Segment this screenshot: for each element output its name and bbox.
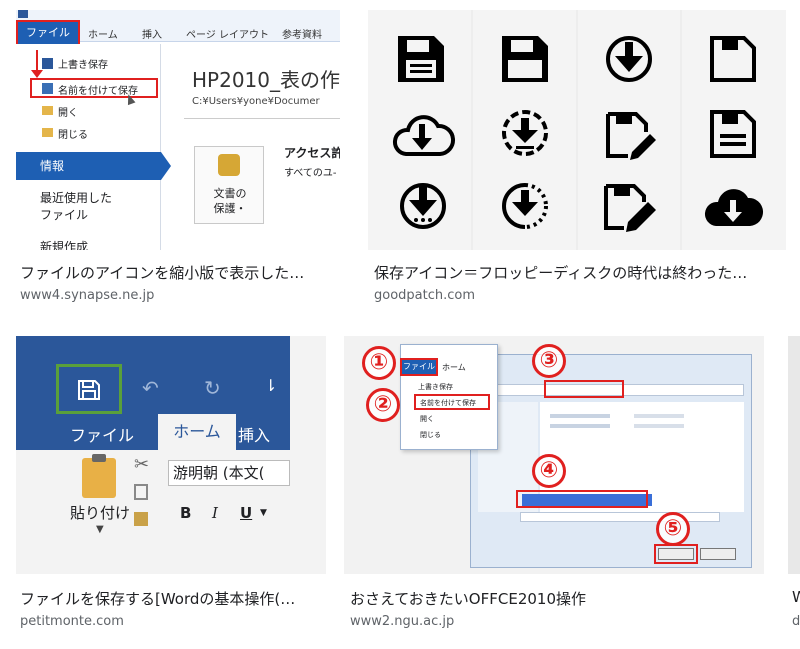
- download-progress-icon: [502, 183, 548, 229]
- side-item-new: 新規作成: [40, 240, 89, 250]
- clipboard-icon: [82, 458, 116, 498]
- result-domain-4[interactable]: www2.ngu.ac.jp: [350, 614, 454, 629]
- doc-title: HP2010_表の作: [192, 68, 340, 92]
- floppy-edit-icon: [606, 112, 656, 160]
- save-icon-grid: [393, 10, 764, 250]
- highlight-filename: [516, 490, 648, 508]
- result-title-1[interactable]: ファイルのアイコンを縮小版で表示した…: [20, 262, 340, 283]
- tab-file-word-label: ファイル: [70, 426, 135, 445]
- download-circle-dots-icon: [400, 183, 446, 229]
- access-label: アクセス許: [284, 146, 340, 160]
- result-card-5[interactable]: W d: [788, 336, 800, 636]
- result-thumbnail-5[interactable]: [788, 336, 800, 574]
- tab-references: 参考資料: [282, 30, 322, 41]
- step-5: ⑤: [656, 512, 690, 546]
- undo-icon: ↶: [142, 376, 159, 400]
- result-thumbnail-4[interactable]: ファイル ホーム 上書き保存 名前を付けて保存 開く 閉じる ① ② ③ ④ ⑤: [344, 336, 764, 574]
- result-card-3[interactable]: ↶ ↻ ⇂ ファイル ファイル ホーム 挿入 貼り付け ▼ ✂ 游明朝 (本文(…: [16, 336, 326, 636]
- copy-icon: [134, 484, 148, 500]
- tab-home: ホーム: [88, 30, 118, 41]
- tab-insert-word: 挿入: [238, 426, 271, 445]
- italic-button: I: [212, 504, 218, 522]
- result-thumbnail-2[interactable]: [368, 10, 786, 250]
- tab-home-word: ホーム: [158, 414, 236, 450]
- step-1: ①: [362, 346, 396, 380]
- word-logo-icon: [18, 10, 28, 18]
- result-domain-1[interactable]: www4.synapse.ne.jp: [20, 288, 154, 303]
- protect-label: 文書の 保護・: [213, 187, 247, 215]
- result-domain-5[interactable]: d: [792, 614, 800, 629]
- result-domain-3[interactable]: petitmonte.com: [20, 614, 124, 629]
- menu-open-item: 開く: [420, 415, 434, 423]
- cancel-button-dialog: [700, 548, 736, 560]
- floppy-lines-icon: [710, 110, 756, 158]
- menu-save-as-icon: [42, 83, 53, 94]
- floppy-icon: [398, 36, 444, 82]
- access-sub: すべてのユ-: [284, 168, 337, 179]
- highlight-save-as: [414, 394, 490, 410]
- customize-icon: ⇂: [264, 376, 278, 395]
- redo-icon: ↻: [204, 376, 221, 400]
- format-painter-icon: [134, 512, 148, 526]
- underline-button: U: [240, 504, 253, 522]
- menu-item-open: 開く: [58, 108, 78, 119]
- result-title-4[interactable]: おさえておきたいOFFCE2010操作: [350, 588, 760, 609]
- menu-open-icon: [42, 106, 53, 115]
- side-item-info: 情報: [16, 152, 161, 180]
- result-card-1[interactable]: ファイル ホーム 挿入 ページ レイアウト 参考資料 上書き保存 名前を付けて保…: [16, 10, 340, 310]
- highlight-save-button: [654, 544, 698, 564]
- underline-dropdown-icon: ▼: [260, 508, 267, 518]
- floppy-outline-icon: [502, 36, 548, 82]
- highlight-location: [544, 380, 624, 398]
- bold-button: B: [180, 504, 192, 522]
- result-thumbnail-3[interactable]: ↶ ↻ ⇂ ファイル ファイル ホーム 挿入 貼り付け ▼ ✂ 游明朝 (本文(…: [16, 336, 326, 574]
- result-card-4[interactable]: ファイル ホーム 上書き保存 名前を付けて保存 開く 閉じる ① ② ③ ④ ⑤…: [344, 336, 764, 636]
- highlight-file: [400, 358, 438, 376]
- paste-dropdown-icon: ▼: [96, 524, 104, 535]
- menu-save-icon: [42, 58, 53, 69]
- menu-close-icon: [42, 128, 53, 137]
- cloud-download-icon: [393, 115, 456, 156]
- result-title-5[interactable]: W: [792, 588, 800, 606]
- step-2: ②: [366, 388, 400, 422]
- font-name-box: 游明朝 (本文(: [168, 460, 290, 486]
- cloud-download-outline-icon: [704, 189, 764, 226]
- result-title-3[interactable]: ファイルを保存する[Wordの基本操作(…: [20, 588, 320, 609]
- step-4: ④: [532, 454, 566, 488]
- result-thumbnail-1[interactable]: ファイル ホーム 挿入 ページ レイアウト 参考資料 上書き保存 名前を付けて保…: [16, 10, 340, 250]
- result-title-2[interactable]: 保存アイコン＝フロッピーディスクの時代は終わった…: [374, 262, 784, 283]
- floppy-save-icon: [78, 380, 100, 400]
- floppy-pencil-icon: [604, 184, 656, 232]
- download-dashed-icon: [502, 110, 548, 156]
- cut-icon: ✂: [134, 454, 150, 475]
- menu-item-close: 閉じる: [58, 130, 88, 141]
- result-domain-2[interactable]: goodpatch.com: [374, 288, 475, 303]
- highlight-box-file: [16, 20, 80, 46]
- tab-insert: 挿入: [142, 30, 162, 41]
- doc-path: C:¥Users¥yone¥Documer: [192, 96, 320, 107]
- lock-icon: [218, 154, 240, 176]
- menu-home-tab: ホーム: [442, 363, 466, 372]
- image-results-grid: ファイル ホーム 挿入 ページ レイアウト 参考資料 上書き保存 名前を付けて保…: [0, 0, 800, 649]
- step-3: ③: [532, 344, 566, 378]
- floppy-plain-icon: [710, 36, 756, 82]
- menu-save-item: 上書き保存: [418, 383, 453, 391]
- tab-page-layout: ページ レイアウト: [186, 30, 269, 41]
- side-item-recent: 最近使用した ファイル: [40, 191, 113, 222]
- paste-label: 貼り付け: [70, 504, 131, 522]
- menu-item-save: 上書き保存: [58, 60, 108, 71]
- download-circle-icon: [606, 36, 652, 82]
- menu-close-item: 閉じる: [420, 431, 441, 439]
- result-card-2[interactable]: 保存アイコン＝フロッピーディスクの時代は終わった… goodpatch.com: [368, 10, 786, 310]
